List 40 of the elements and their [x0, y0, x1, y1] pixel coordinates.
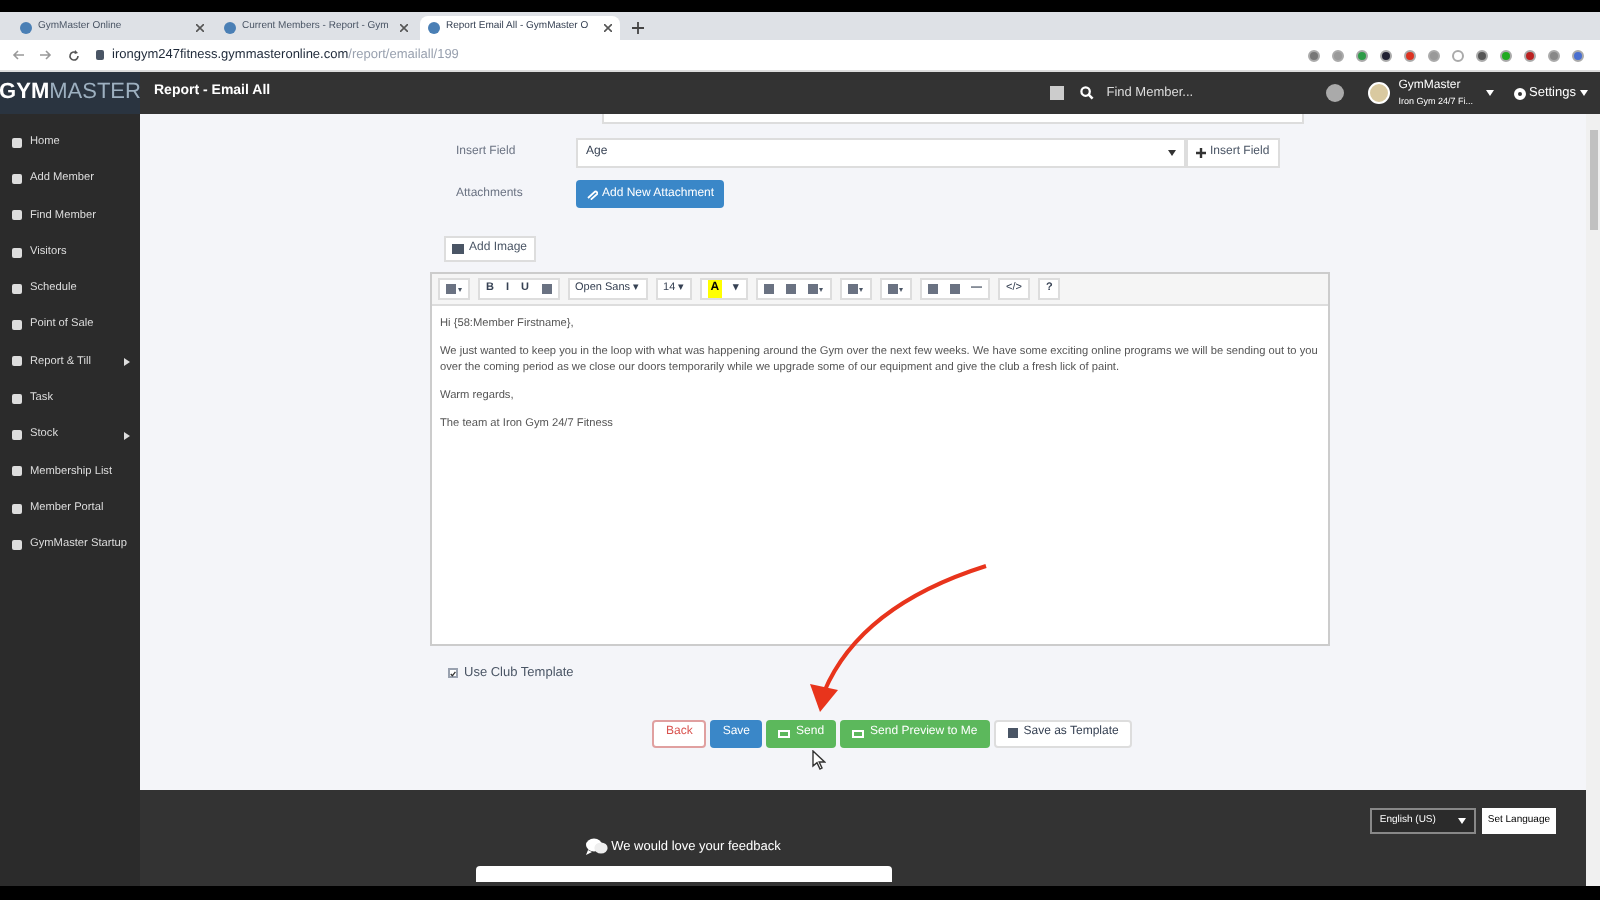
search-icon[interactable]: [1080, 86, 1095, 100]
subject-field[interactable]: [602, 114, 1304, 124]
caret-icon: [1580, 90, 1588, 96]
use-club-template-checkbox[interactable]: [448, 668, 458, 679]
caret-icon: [1457, 818, 1466, 824]
globe-icon: [428, 22, 440, 34]
caret-icon: [1168, 150, 1176, 156]
menu-item-icon: [12, 503, 22, 514]
back-arrow-icon[interactable]: [12, 50, 24, 60]
close-icon[interactable]: [400, 24, 408, 32]
chat-bubbles-icon: [585, 838, 608, 857]
menu-item-icon: [12, 173, 22, 184]
menu-item-icon: [12, 466, 22, 477]
caret-icon[interactable]: [1485, 90, 1493, 96]
menu-item-icon: [12, 210, 22, 221]
new-tab-icon[interactable]: [632, 22, 644, 34]
menu-item-icon: [12, 283, 22, 294]
menu-item-icon: [12, 356, 22, 367]
close-icon[interactable]: [196, 24, 204, 32]
gymmaster-logo[interactable]: GYMMASTER: [0, 72, 140, 114]
feedback-field[interactable]: [475, 865, 891, 882]
menu-item-icon: [12, 137, 22, 148]
reload-icon[interactable]: [68, 49, 80, 61]
envelope-icon: [852, 729, 865, 738]
close-icon[interactable]: [604, 24, 612, 32]
scrollbar[interactable]: [1586, 114, 1600, 886]
avatar-icon[interactable]: [1368, 82, 1391, 104]
menu-item-icon: [12, 539, 22, 550]
paperclip-icon: [586, 189, 598, 199]
menu-item-icon: [12, 247, 22, 258]
globe-icon: [224, 22, 236, 34]
plus-icon: [1196, 148, 1206, 158]
menu-item-icon: [12, 320, 22, 331]
menu-item-icon: [12, 393, 22, 404]
globe-icon: [20, 22, 32, 34]
gear-icon: [1513, 87, 1525, 99]
mouse-cursor-icon: [812, 750, 826, 770]
forward-arrow-icon[interactable]: [40, 50, 52, 60]
menu-item-icon: [12, 430, 22, 441]
envelope-icon: [778, 729, 791, 738]
